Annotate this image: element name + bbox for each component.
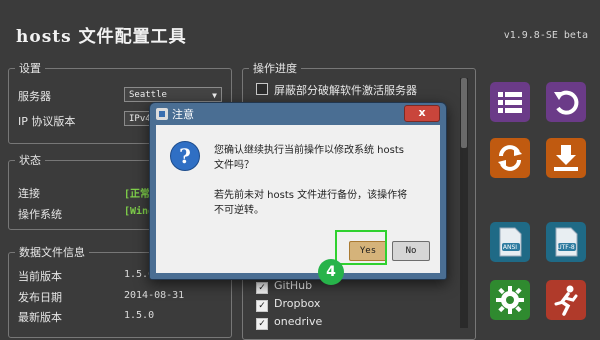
document-icon: [499, 227, 522, 257]
operation-label: 屏蔽部分破解软件激活服务器: [274, 84, 417, 97]
question-icon: ?: [170, 141, 200, 171]
close-button[interactable]: x: [404, 105, 440, 122]
operation-label: Dropbox: [274, 297, 321, 310]
running-man-icon: [554, 285, 578, 316]
no-button[interactable]: No: [392, 241, 430, 261]
operation-label: GitHub: [274, 279, 313, 292]
current-version-label: 当前版本: [18, 270, 62, 283]
scrollbar-thumb[interactable]: [461, 78, 467, 148]
dialog-warning: 若先前未对 hosts 文件进行备份，该操作将 不可逆转。: [214, 188, 430, 218]
function-list-button[interactable]: [490, 82, 530, 122]
latest-version-value: 1.5.0: [124, 310, 155, 321]
operations-legend: 操作进度: [253, 62, 297, 75]
export-ansi-button[interactable]: ANSI: [490, 222, 530, 262]
exit-button[interactable]: [546, 280, 586, 320]
operation-item[interactable]: ✓ GitHub: [256, 279, 312, 294]
checkbox-checked-icon[interactable]: ✓: [256, 318, 268, 330]
operation-item[interactable]: ✓ onedrive: [256, 315, 322, 330]
settings-legend: 设置: [19, 62, 41, 75]
server-select-value: Seattle: [129, 90, 167, 100]
chevron-down-icon: ▼: [212, 91, 217, 100]
latest-version-label: 最新版本: [18, 311, 62, 324]
message-line: 不可逆转。: [214, 205, 264, 216]
gear-icon: [496, 286, 524, 314]
server-select[interactable]: Seattle ▼: [124, 87, 222, 102]
release-date-value: 2014-08-31: [124, 290, 185, 301]
restore-button[interactable]: [546, 82, 586, 122]
version-label: v1.9.8-SE beta: [503, 30, 588, 41]
dialog-title-bar: 注意: [156, 106, 194, 124]
utf8-label: UTF-8: [557, 244, 575, 251]
window-icon: [156, 108, 168, 120]
undo-icon: [554, 90, 579, 115]
checkbox-icon[interactable]: [256, 83, 268, 95]
settings-button[interactable]: [490, 280, 530, 320]
message-line: 若先前未对 hosts 文件进行备份，该操作将: [214, 190, 408, 201]
connection-label: 连接: [18, 187, 40, 200]
ip-version-value: IPv4: [129, 114, 151, 124]
download-button[interactable]: [546, 138, 586, 178]
checkbox-checked-icon[interactable]: ✓: [256, 300, 268, 312]
operation-label: onedrive: [274, 315, 323, 328]
os-label: 操作系统: [18, 208, 62, 221]
list-icon: [498, 92, 522, 113]
release-date-label: 发布日期: [18, 291, 62, 304]
dialog-message: 您确认继续执行当前操作以修改系统 hosts 文件吗？: [214, 143, 430, 173]
refresh-icon: [498, 145, 522, 171]
download-icon: [554, 145, 578, 171]
export-utf8-button[interactable]: UTF-8: [546, 222, 586, 262]
operation-item[interactable]: 屏蔽部分破解软件激活服务器: [256, 82, 417, 98]
message-line: 您确认继续执行当前操作以修改系统 hosts: [214, 145, 404, 156]
dialog-title: 注意: [172, 108, 194, 121]
confirm-dialog: 注意 x ? 您确认继续执行当前操作以修改系统 hosts 文件吗？ 若先前未对…: [149, 102, 447, 280]
server-label: 服务器: [18, 90, 51, 103]
document-icon: [555, 227, 578, 257]
refresh-button[interactable]: [490, 138, 530, 178]
checkbox-checked-icon[interactable]: ✓: [256, 282, 268, 294]
status-legend: 状态: [19, 154, 41, 167]
ansi-label: ANSI: [502, 244, 518, 251]
ip-version-label: IP 协议版本: [18, 115, 76, 128]
message-line: 文件吗？: [214, 160, 254, 171]
dialog-body: ? 您确认继续执行当前操作以修改系统 hosts 文件吗？ 若先前未对 host…: [156, 125, 440, 273]
operation-item[interactable]: ✓ Dropbox: [256, 297, 320, 312]
highlight-box: [335, 230, 387, 265]
datafile-legend: 数据文件信息: [19, 246, 85, 259]
operations-scrollbar[interactable]: [460, 78, 468, 328]
step-badge: 4: [318, 259, 344, 285]
app-title: hosts 文件配置工具: [16, 27, 187, 47]
